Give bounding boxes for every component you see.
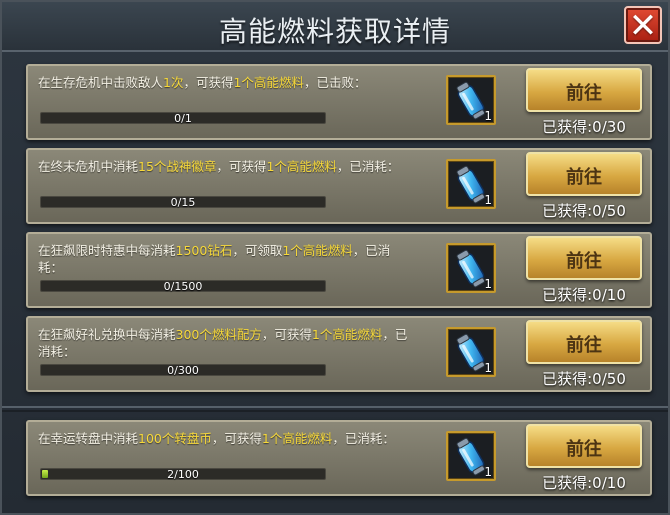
fuel-details-dialog: 高能燃料获取详情 ✕ 在生存危机中击败敌人1次，可获得1个高能燃料，已击败： 0… (0, 0, 670, 515)
desc-highlight: 1个高能燃料 (233, 75, 304, 90)
go-button-label: 前往 (566, 335, 602, 356)
desc-highlight: 15个战神徽章 (138, 159, 217, 174)
go-button[interactable]: 前往 (526, 320, 642, 364)
fuel-canister-icon (456, 333, 485, 372)
desc-text: 在生存危机中击败敌人 (38, 75, 164, 90)
obtained-count: 已获得:0/50 (542, 202, 626, 220)
reward-item-slot[interactable]: 1 (446, 327, 496, 377)
go-button[interactable]: 前往 (526, 152, 642, 196)
item-count: 1 (484, 109, 492, 123)
task-description: 在终末危机中消耗15个战神徽章，可获得1个高能燃料，已消耗： (38, 158, 413, 175)
desc-highlight: 1个高能燃料 (311, 327, 383, 342)
desc-text: 在幸运转盘中消耗 (38, 431, 139, 446)
desc-highlight: 1个高能燃料 (266, 159, 337, 174)
desc-text: 在终末危机中消耗 (38, 159, 139, 174)
desc-highlight: 1次 (163, 75, 184, 90)
reward-item-slot[interactable]: 1 (446, 159, 496, 209)
go-button[interactable]: 前往 (526, 424, 642, 468)
desc-text: ，已消耗： (332, 431, 395, 446)
task-row: 在狂飙好礼兑换中每消耗300个燃料配方，可获得1个高能燃料，已消耗： 0/300 (26, 316, 652, 392)
reward-item-slot[interactable]: 1 (446, 243, 496, 293)
go-button-label: 前往 (566, 251, 602, 272)
dialog-title: 高能燃料获取详情 (218, 15, 451, 48)
desc-text: ，可获得 (261, 327, 312, 342)
go-button[interactable]: 前往 (526, 68, 642, 112)
desc-highlight: 1个高能燃料 (261, 431, 333, 446)
progress-text: 2/100 (167, 468, 199, 481)
task-row: 在生存危机中击败敌人1次，可获得1个高能燃料，已击败： 0/1 1 前往 已获得… (26, 64, 652, 140)
task-row: 在狂飙限时特惠中每消耗1500钻石，可领取1个高能燃料，已消耗： 0/1500 (26, 232, 652, 308)
go-button-label: 前往 (566, 83, 602, 104)
task-row: 在幸运转盘中消耗100个转盘币，可获得1个高能燃料，已消耗： 2/100 1 前… (26, 420, 652, 496)
go-button-label: 前往 (566, 167, 602, 188)
go-button[interactable]: 前往 (526, 236, 642, 280)
desc-text: ，已消耗： (336, 159, 400, 174)
item-count: 1 (484, 193, 492, 207)
fuel-canister-icon (456, 81, 485, 120)
desc-text: ，可获得 (211, 431, 262, 446)
desc-text: 在狂飙限时特惠中每消耗 (38, 243, 176, 258)
progress-bar: 0/1500 (40, 280, 326, 293)
fuel-canister-icon (456, 165, 485, 204)
desc-text: 在狂飙好礼兑换中每消耗 (38, 327, 176, 342)
item-count: 1 (484, 361, 492, 375)
obtained-count: 已获得:0/10 (542, 286, 626, 304)
progress-bar: 0/300 (40, 364, 326, 377)
reward-item-slot[interactable]: 1 (446, 75, 496, 125)
go-button-label: 前往 (566, 439, 602, 460)
obtained-count: 已获得:0/10 (542, 474, 626, 492)
progress-text: 0/1500 (163, 280, 203, 293)
item-count: 1 (484, 465, 492, 479)
desc-highlight: 1个高能燃料 (282, 243, 353, 258)
task-description: 在狂飙好礼兑换中每消耗300个燃料配方，可获得1个高能燃料，已消耗： (38, 326, 413, 360)
task-description: 在生存危机中击败敌人1次，可获得1个高能燃料，已击败： (38, 74, 413, 91)
dialog-header: 高能燃料获取详情 ✕ (2, 2, 668, 52)
fuel-canister-icon (456, 437, 485, 476)
progress-text: 0/300 (167, 364, 199, 377)
desc-text: ，可获得 (183, 75, 234, 90)
obtained-count: 已获得:0/30 (542, 118, 626, 136)
obtained-count: 已获得:0/50 (542, 370, 626, 388)
desc-text: ，已击败： (303, 75, 367, 90)
desc-text: ，可领取 (232, 243, 283, 258)
desc-text: ，可获得 (216, 159, 267, 174)
desc-highlight: 100个转盘币 (138, 431, 212, 446)
desc-highlight: 300个燃料配方 (175, 327, 262, 342)
task-description: 在狂飙限时特惠中每消耗1500钻石，可领取1个高能燃料，已消耗： (38, 242, 413, 276)
desc-highlight: 1500钻石 (175, 243, 233, 258)
progress-bar: 2/100 (40, 468, 326, 481)
list-divider (2, 406, 668, 412)
task-description: 在幸运转盘中消耗100个转盘币，可获得1个高能燃料，已消耗： (38, 430, 413, 447)
task-row: 在终末危机中消耗15个战神徽章，可获得1个高能燃料，已消耗： 0/15 1 前往… (26, 148, 652, 224)
reward-item-slot[interactable]: 1 (446, 431, 496, 481)
close-icon: ✕ (628, 6, 658, 46)
progress-text: 0/15 (170, 196, 196, 209)
item-count: 1 (484, 277, 492, 291)
close-button[interactable]: ✕ (624, 6, 662, 44)
progress-bar: 0/1 (40, 112, 326, 125)
fuel-canister-icon (456, 249, 485, 288)
progress-bar: 0/15 (40, 196, 326, 209)
progress-text: 0/1 (174, 112, 192, 125)
